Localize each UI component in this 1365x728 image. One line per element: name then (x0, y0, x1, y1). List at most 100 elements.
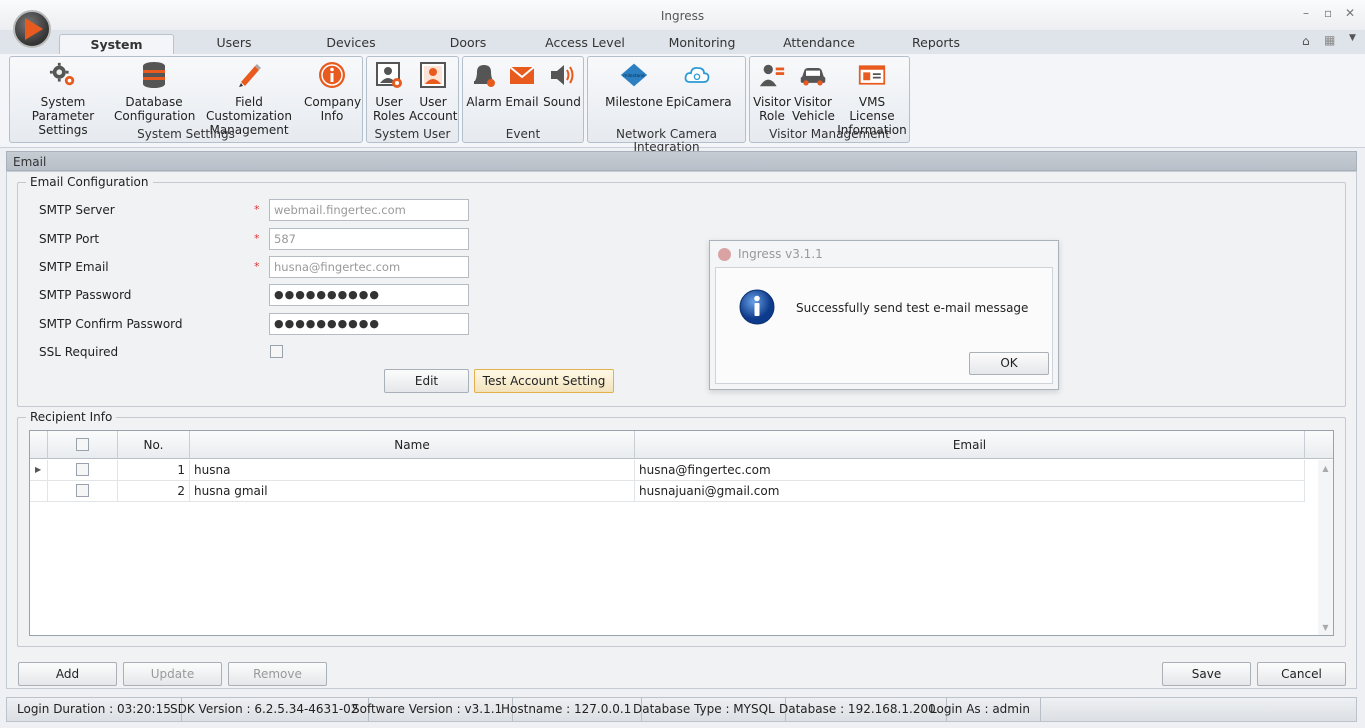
dialog-app-icon (718, 248, 731, 261)
database-configuration-button[interactable]: Database Configuration (114, 61, 195, 123)
row-checkbox[interactable] (76, 484, 89, 497)
cloud-camera-icon (683, 61, 711, 89)
column-header-name[interactable]: Name (190, 431, 635, 459)
panel-title: Email (6, 151, 1357, 171)
select-all-checkbox[interactable] (76, 438, 89, 451)
smtp-port-input[interactable]: 587 (269, 228, 469, 250)
vms-license-information-button[interactable]: VMS License Information (836, 61, 908, 137)
add-button[interactable]: Add (18, 662, 117, 686)
tab-doors[interactable]: Doors (440, 34, 496, 54)
status-bar: Login Duration : 03:20:15 SDK Version : … (6, 697, 1357, 722)
user-roles-button[interactable]: User Roles (369, 61, 409, 123)
user-account-icon (419, 61, 447, 89)
smtp-email-label: SMTP Email (39, 260, 109, 274)
layout-icon[interactable]: ▦ (1324, 33, 1335, 47)
bell-icon (470, 61, 498, 89)
tab-attendance[interactable]: Attendance (780, 34, 858, 54)
column-header-email[interactable]: Email (635, 431, 1305, 459)
milestone-logo-text: milestone (623, 73, 645, 79)
select-all-header (48, 431, 118, 459)
group-system-user: User Roles User Account System User (366, 56, 459, 143)
status-hostname: Hostname : 127.0.0.1 (491, 698, 643, 721)
remove-button[interactable]: Remove (228, 662, 327, 686)
title-bar: Ingress – ▫ ✕ (0, 0, 1365, 30)
group-system-settings: System Parameter Settings Database Confi… (9, 56, 363, 143)
message-dialog: Ingress v3.1.1 Successfully send test e-… (709, 240, 1059, 390)
group-label: Visitor Management (769, 127, 890, 141)
ribbon: System Parameter Settings Database Confi… (0, 54, 1365, 154)
dropdown-arrow-icon[interactable]: ▼ (1349, 33, 1356, 43)
group-event: Alarm Email Sound Event (462, 56, 584, 143)
required-mark: * (254, 232, 260, 245)
smtp-server-input[interactable]: webmail.fingertec.com (269, 199, 469, 221)
visitor-role-button[interactable]: Visitor Role (752, 61, 792, 123)
column-header-no[interactable]: No. (118, 431, 190, 459)
tab-reports[interactable]: Reports (905, 34, 967, 54)
table-row[interactable]: ▶ 1 husna husna@fingertec.com (30, 460, 1318, 481)
current-row-icon: ▶ (30, 460, 48, 481)
collapse-ribbon-icon[interactable]: ⌂ (1302, 34, 1310, 48)
status-software-version: Software Version : v3.1.1 (342, 698, 514, 721)
row-indicator-header (30, 431, 48, 459)
test-account-setting-button[interactable]: Test Account Setting (474, 369, 614, 393)
save-button[interactable]: Save (1162, 662, 1251, 686)
tab-access-level[interactable]: Access Level (545, 34, 625, 54)
alarm-button[interactable]: Alarm (465, 61, 503, 109)
smtp-password-input[interactable]: ●●●●●●●●●● (269, 284, 469, 306)
visitor-role-icon (758, 61, 786, 89)
email-configuration-group: Email Configuration (17, 175, 1346, 407)
envelope-icon (508, 61, 536, 89)
ok-button[interactable]: OK (969, 352, 1049, 375)
system-parameter-settings-button[interactable]: System Parameter Settings (12, 61, 114, 137)
status-login-duration: Login Duration : 03:20:15 (7, 698, 182, 721)
row-checkbox[interactable] (76, 463, 89, 476)
table-row[interactable]: 2 husna gmail husnajuani@gmail.com (30, 481, 1318, 502)
group-label: Event (505, 127, 541, 141)
smtp-confirm-password-input[interactable]: ●●●●●●●●●● (269, 313, 469, 335)
info-icon (318, 61, 346, 89)
cell-name: husna (190, 460, 635, 481)
edit-button[interactable]: Edit (384, 369, 469, 393)
cell-email: husnajuani@gmail.com (635, 481, 1305, 502)
ssl-required-checkbox[interactable] (270, 345, 283, 358)
dialog-message: Successfully send test e-mail message (796, 301, 1029, 315)
field-customization-management-button[interactable]: Field Customization Management (194, 61, 304, 137)
update-button[interactable]: Update (123, 662, 222, 686)
group-label: Network Camera Integration (615, 127, 717, 154)
email-button[interactable]: Email (503, 61, 541, 109)
database-icon (140, 61, 168, 89)
license-card-icon (858, 61, 886, 89)
user-account-button[interactable]: User Account (409, 61, 457, 123)
smtp-email-input[interactable]: husna@fingertec.com (269, 256, 469, 278)
tab-users[interactable]: Users (200, 34, 268, 54)
smtp-confirm-password-label: SMTP Confirm Password (39, 317, 183, 331)
required-mark: * (254, 203, 260, 216)
tab-devices[interactable]: Devices (316, 34, 386, 54)
scroll-down-icon[interactable]: ▼ (1318, 623, 1333, 632)
cell-name: husna gmail (190, 481, 635, 502)
restore-button[interactable]: ▫ (1324, 6, 1332, 20)
dialog-title: Ingress v3.1.1 (738, 247, 823, 261)
minimize-button[interactable]: – (1303, 6, 1309, 20)
smtp-port-label: SMTP Port (39, 232, 100, 246)
user-roles-icon (375, 61, 403, 89)
cell-no: 1 (118, 460, 190, 481)
status-database-type: Database Type : MYSQL (623, 698, 786, 721)
epicamera-button[interactable]: EpiCamera (666, 61, 732, 109)
milestone-button[interactable]: milestone Milestone (604, 61, 664, 109)
tab-monitoring[interactable]: Monitoring (664, 34, 740, 54)
ssl-required-label: SSL Required (39, 345, 119, 359)
visitor-vehicle-button[interactable]: Visitor Vehicle (792, 61, 835, 123)
status-sdk-version: SDK Version : 6.2.5.34-4631-02 (160, 698, 370, 721)
cancel-button[interactable]: Cancel (1257, 662, 1346, 686)
close-button[interactable]: ✕ (1345, 6, 1355, 20)
app-logo-icon[interactable] (13, 10, 51, 48)
sound-button[interactable]: Sound (541, 61, 583, 109)
gears-icon (49, 61, 77, 89)
company-info-button[interactable]: Company Info (304, 61, 361, 123)
scroll-up-icon[interactable]: ▲ (1318, 464, 1333, 473)
tab-system-settings[interactable]: System Settings (59, 34, 174, 72)
vertical-scrollbar[interactable]: ▲ ▼ (1318, 460, 1333, 635)
milestone-icon: milestone (620, 61, 648, 89)
required-mark: * (254, 260, 260, 273)
